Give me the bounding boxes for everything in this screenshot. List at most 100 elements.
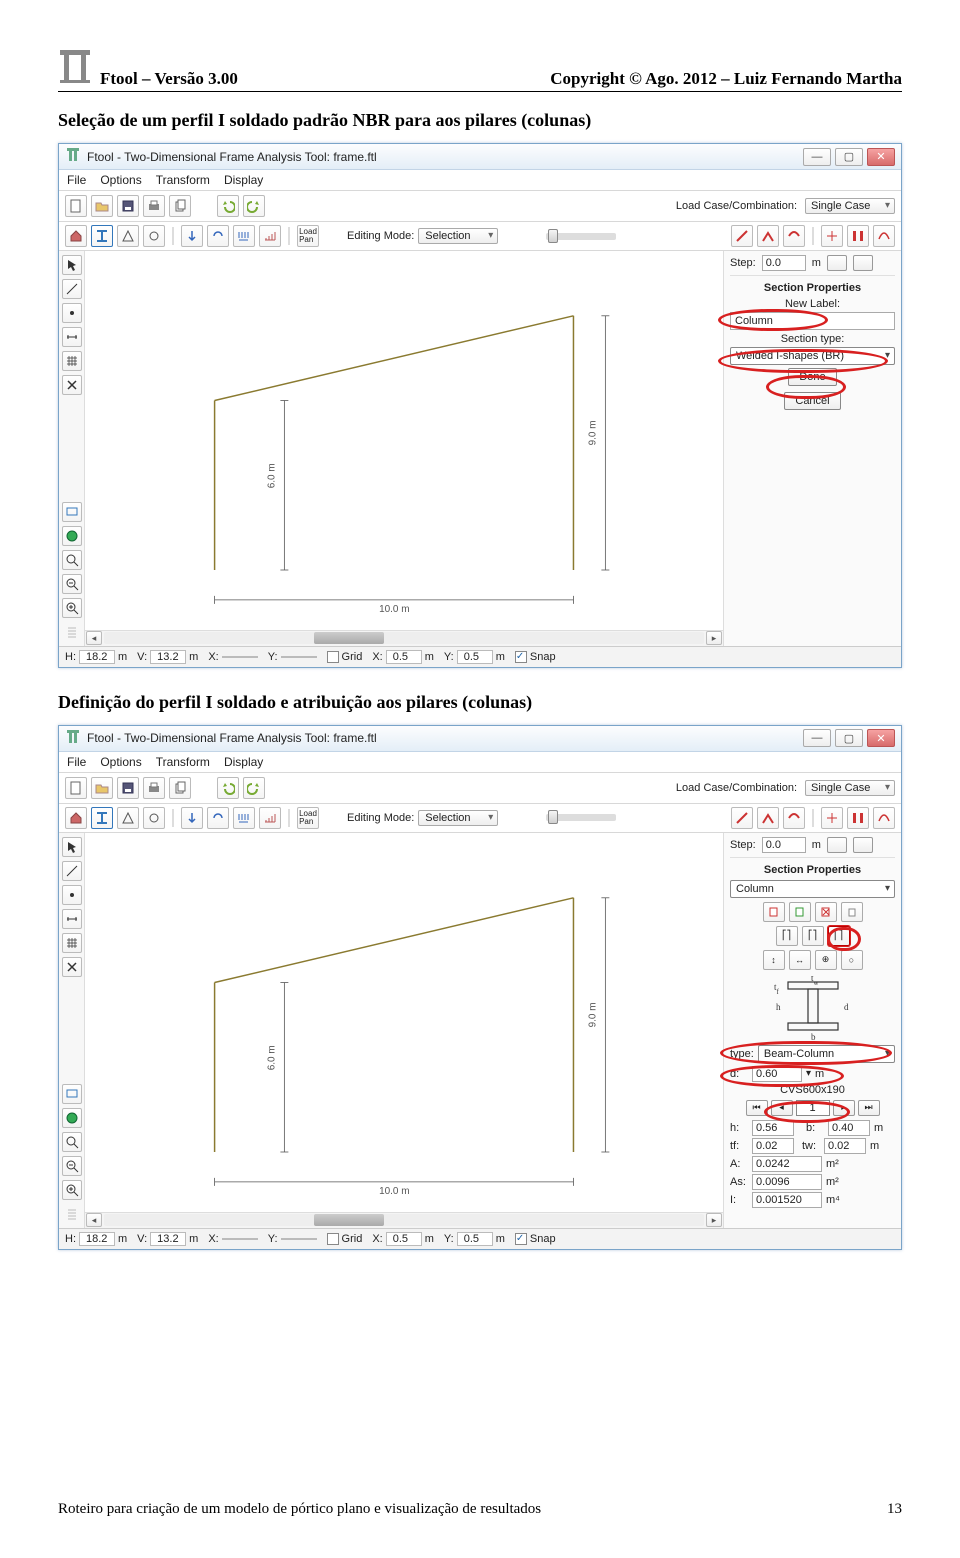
dimension-tool-icon[interactable] — [62, 327, 82, 347]
scale-slider[interactable] — [546, 814, 616, 821]
zoom-out-icon[interactable] — [62, 1156, 82, 1176]
section-type-select[interactable]: Welded I-shapes (BR) — [730, 347, 895, 365]
diagram-n-icon[interactable] — [731, 225, 753, 247]
undo-button[interactable] — [217, 195, 239, 217]
zoom-fit-icon[interactable] — [62, 550, 82, 570]
tool-home-icon[interactable] — [65, 225, 87, 247]
orient-4-icon[interactable]: ○ — [841, 950, 863, 970]
scroll-right-icon[interactable]: ▸ — [706, 1213, 722, 1227]
load-comb-select[interactable]: Single Case — [805, 198, 895, 214]
snap-check[interactable] — [515, 651, 527, 663]
h-scrollbar[interactable]: ◂ ▸ — [85, 1212, 723, 1228]
undo-button[interactable] — [217, 777, 239, 799]
maximize-button[interactable]: ▢ — [835, 148, 863, 166]
tool-support-icon[interactable] — [117, 225, 139, 247]
diagram-m-icon[interactable] — [783, 225, 805, 247]
delete-tool-icon[interactable] — [62, 375, 82, 395]
canvas[interactable]: 6.0 m 9.0 m 10.0 m ◂ ▸ — [85, 251, 723, 646]
done-button[interactable]: Done — [788, 368, 836, 386]
grid-tool-icon[interactable] — [62, 351, 82, 371]
canvas[interactable]: 6.0 m 9.0 m 10.0 m ◂ ▸ — [85, 833, 723, 1228]
redo-button[interactable] — [243, 777, 265, 799]
tool-i-section-icon[interactable] — [91, 225, 113, 247]
tool-force-icon[interactable] — [181, 225, 203, 247]
result-1-icon[interactable] — [821, 807, 843, 829]
node-tool-icon[interactable] — [62, 885, 82, 905]
delete-tool-icon[interactable] — [62, 957, 82, 977]
close-button[interactable]: ✕ — [867, 729, 895, 747]
menu-transform[interactable]: Transform — [156, 173, 210, 187]
menu-options[interactable]: Options — [100, 755, 141, 769]
scale-slider[interactable] — [546, 233, 616, 240]
section-edit-icon[interactable] — [789, 902, 811, 922]
view-globe-icon[interactable] — [62, 526, 82, 546]
tool-temp-icon[interactable] — [259, 225, 281, 247]
step-input[interactable]: 0.0 — [762, 255, 806, 271]
step-prev-icon[interactable] — [827, 837, 847, 853]
nav-prev-icon[interactable]: ◂ — [771, 1100, 793, 1116]
step-next-icon[interactable] — [853, 837, 873, 853]
nav-last-icon[interactable]: ⏭ — [858, 1100, 880, 1116]
result-1-icon[interactable] — [821, 225, 843, 247]
cursor-icon[interactable] — [62, 255, 82, 275]
tool-loadcase-icon[interactable]: LoadPan — [297, 807, 319, 829]
maximize-button[interactable]: ▢ — [835, 729, 863, 747]
cancel-button[interactable]: Cancel — [784, 392, 840, 410]
open-file-button[interactable] — [91, 777, 113, 799]
tool-home-icon[interactable] — [65, 807, 87, 829]
grid-check[interactable] — [327, 651, 339, 663]
tool-hinge-icon[interactable] — [143, 225, 165, 247]
tool-temp-icon[interactable] — [259, 807, 281, 829]
status-Y[interactable] — [281, 656, 317, 658]
result-2-icon[interactable] — [847, 807, 869, 829]
result-2-icon[interactable] — [847, 225, 869, 247]
type-select[interactable]: Beam-Column — [758, 1045, 895, 1063]
copy-button[interactable] — [169, 777, 191, 799]
diagram-n-icon[interactable] — [731, 807, 753, 829]
section-delete-icon[interactable] — [815, 902, 837, 922]
orient-1-icon[interactable]: ↕ — [763, 950, 785, 970]
tool-distload-icon[interactable] — [233, 225, 255, 247]
scroll-left-icon[interactable]: ◂ — [86, 1213, 102, 1227]
tool-support-icon[interactable] — [117, 807, 139, 829]
menu-display[interactable]: Display — [224, 755, 263, 769]
result-3-icon[interactable] — [873, 807, 895, 829]
editing-mode-select[interactable]: Selection — [418, 228, 498, 244]
dimension-tool-icon[interactable] — [62, 909, 82, 929]
print-button[interactable] — [143, 777, 165, 799]
close-button[interactable]: ✕ — [867, 148, 895, 166]
apply-element-icon[interactable]: ⎡⎤ — [776, 926, 798, 946]
nav-next-icon[interactable]: ▸ — [833, 1100, 855, 1116]
tool-moment-icon[interactable] — [207, 225, 229, 247]
new-file-button[interactable] — [65, 777, 87, 799]
print-button[interactable] — [143, 195, 165, 217]
editing-mode-select[interactable]: Selection — [418, 810, 498, 826]
apply-selected-icon[interactable]: ⎡⎤ — [828, 926, 850, 946]
zoom-in-icon[interactable] — [62, 598, 82, 618]
grid-y[interactable]: 0.5 — [457, 650, 493, 664]
step-prev-icon[interactable] — [827, 255, 847, 271]
node-tool-icon[interactable] — [62, 303, 82, 323]
new-file-button[interactable] — [65, 195, 87, 217]
tool-hinge-icon[interactable] — [143, 807, 165, 829]
section-name-select[interactable]: Column — [730, 880, 895, 898]
zoom-in-icon[interactable] — [62, 1180, 82, 1200]
result-3-icon[interactable] — [873, 225, 895, 247]
diagram-v-icon[interactable] — [757, 225, 779, 247]
save-file-button[interactable] — [117, 777, 139, 799]
orient-3-icon[interactable]: ⊕ — [815, 950, 837, 970]
menu-options[interactable]: Options — [100, 173, 141, 187]
section-copy-icon[interactable] — [841, 902, 863, 922]
d-input[interactable]: 0.60 — [752, 1066, 802, 1082]
section-new-icon[interactable] — [763, 902, 785, 922]
menu-file[interactable]: File — [67, 755, 86, 769]
cursor-icon[interactable] — [62, 837, 82, 857]
step-input[interactable]: 0.0 — [762, 837, 806, 853]
load-comb-select[interactable]: Single Case — [805, 780, 895, 796]
minimize-button[interactable]: — — [803, 148, 831, 166]
section-name-input[interactable]: Column — [730, 312, 895, 330]
tool-distload-icon[interactable] — [233, 807, 255, 829]
orient-2-icon[interactable]: ↔ — [789, 950, 811, 970]
zoom-fit-icon[interactable] — [62, 1132, 82, 1152]
view-monitor-icon[interactable] — [62, 502, 82, 522]
